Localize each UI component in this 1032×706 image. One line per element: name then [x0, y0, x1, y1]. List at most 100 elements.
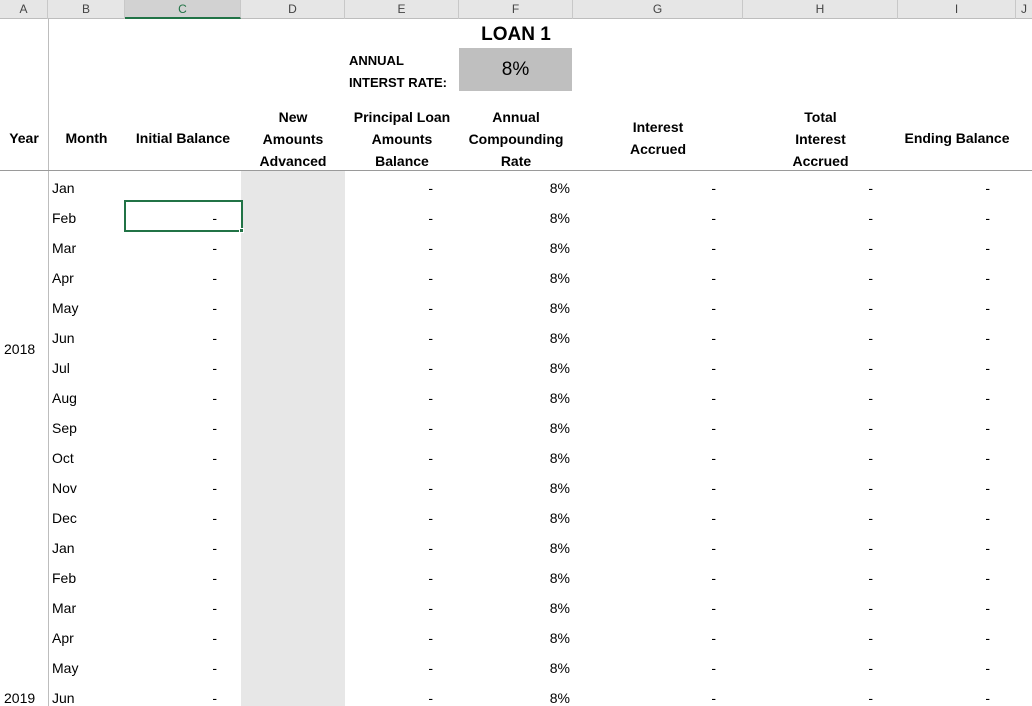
- table-cell-compounding-rate[interactable]: 8%: [459, 233, 570, 263]
- annual-rate-input[interactable]: 8%: [459, 48, 572, 91]
- table-cell-month[interactable]: Sep: [52, 413, 77, 443]
- column-header-a[interactable]: A: [0, 0, 48, 19]
- table-cell-initial-balance[interactable]: -: [125, 383, 217, 413]
- table-cell-initial-balance[interactable]: -: [125, 413, 217, 443]
- table-cell-principal-balance[interactable]: -: [345, 653, 433, 683]
- table-cell-compounding-rate[interactable]: 8%: [459, 173, 570, 203]
- table-cell-ending-balance[interactable]: -: [898, 683, 990, 706]
- table-cell-principal-balance[interactable]: -: [345, 263, 433, 293]
- table-cell-total-interest[interactable]: -: [743, 473, 873, 503]
- column-header-h[interactable]: H: [743, 0, 898, 19]
- column-header-c[interactable]: C: [125, 0, 241, 19]
- table-cell-interest-accrued[interactable]: -: [573, 593, 716, 623]
- table-cell-interest-accrued[interactable]: -: [573, 383, 716, 413]
- table-cell-compounding-rate[interactable]: 8%: [459, 203, 570, 233]
- table-cell-month[interactable]: Apr: [52, 623, 74, 653]
- table-cell-ending-balance[interactable]: -: [898, 383, 990, 413]
- table-cell-initial-balance[interactable]: -: [125, 443, 217, 473]
- table-cell-principal-balance[interactable]: -: [345, 503, 433, 533]
- table-cell-compounding-rate[interactable]: 8%: [459, 263, 570, 293]
- table-cell-total-interest[interactable]: -: [743, 383, 873, 413]
- table-cell-total-interest[interactable]: -: [743, 413, 873, 443]
- table-cell-ending-balance[interactable]: -: [898, 233, 990, 263]
- table-cell-compounding-rate[interactable]: 8%: [459, 533, 570, 563]
- table-cell-interest-accrued[interactable]: -: [573, 473, 716, 503]
- table-cell-month[interactable]: Oct: [52, 443, 74, 473]
- table-cell-month[interactable]: Mar: [52, 233, 76, 263]
- column-header-i[interactable]: I: [898, 0, 1016, 19]
- table-cell-compounding-rate[interactable]: 8%: [459, 443, 570, 473]
- table-cell-compounding-rate[interactable]: 8%: [459, 563, 570, 593]
- table-cell-principal-balance[interactable]: -: [345, 593, 433, 623]
- table-cell-interest-accrued[interactable]: -: [573, 353, 716, 383]
- table-cell-principal-balance[interactable]: -: [345, 233, 433, 263]
- column-header-j[interactable]: J: [1016, 0, 1032, 19]
- table-cell-interest-accrued[interactable]: -: [573, 173, 716, 203]
- table-cell-interest-accrued[interactable]: -: [573, 563, 716, 593]
- table-cell-month[interactable]: Jul: [52, 353, 70, 383]
- table-cell-initial-balance[interactable]: -: [125, 323, 217, 353]
- table-cell-compounding-rate[interactable]: 8%: [459, 383, 570, 413]
- table-cell-initial-balance[interactable]: -: [125, 683, 217, 706]
- table-cell-initial-balance[interactable]: -: [125, 533, 217, 563]
- table-cell-principal-balance[interactable]: -: [345, 353, 433, 383]
- table-cell-principal-balance[interactable]: -: [345, 383, 433, 413]
- column-header-g[interactable]: G: [573, 0, 743, 19]
- table-cell-initial-balance[interactable]: -: [125, 503, 217, 533]
- table-cell-initial-balance[interactable]: [125, 173, 217, 203]
- table-cell-ending-balance[interactable]: -: [898, 653, 990, 683]
- table-cell-principal-balance[interactable]: -: [345, 563, 433, 593]
- table-cell-month[interactable]: Jun: [52, 683, 75, 706]
- table-cell-principal-balance[interactable]: -: [345, 323, 433, 353]
- table-cell-month[interactable]: Nov: [52, 473, 77, 503]
- table-cell-principal-balance[interactable]: -: [345, 203, 433, 233]
- table-cell-month[interactable]: Mar: [52, 593, 76, 623]
- table-cell-total-interest[interactable]: -: [743, 563, 873, 593]
- table-cell-compounding-rate[interactable]: 8%: [459, 473, 570, 503]
- table-cell-interest-accrued[interactable]: -: [573, 323, 716, 353]
- table-cell-month[interactable]: Jan: [52, 533, 75, 563]
- table-cell-month[interactable]: May: [52, 293, 78, 323]
- table-cell-principal-balance[interactable]: -: [345, 473, 433, 503]
- table-cell-ending-balance[interactable]: -: [898, 413, 990, 443]
- table-cell-total-interest[interactable]: -: [743, 623, 873, 653]
- table-cell-interest-accrued[interactable]: -: [573, 623, 716, 653]
- table-cell-compounding-rate[interactable]: 8%: [459, 353, 570, 383]
- table-cell-interest-accrued[interactable]: -: [573, 503, 716, 533]
- table-cell-total-interest[interactable]: -: [743, 173, 873, 203]
- table-cell-total-interest[interactable]: -: [743, 263, 873, 293]
- table-cell-initial-balance[interactable]: -: [125, 473, 217, 503]
- table-cell-interest-accrued[interactable]: -: [573, 443, 716, 473]
- column-header-f[interactable]: F: [459, 0, 573, 19]
- table-cell-ending-balance[interactable]: -: [898, 443, 990, 473]
- table-cell-interest-accrued[interactable]: -: [573, 413, 716, 443]
- table-cell-compounding-rate[interactable]: 8%: [459, 323, 570, 353]
- table-cell-ending-balance[interactable]: -: [898, 593, 990, 623]
- table-cell-compounding-rate[interactable]: 8%: [459, 293, 570, 323]
- table-cell-principal-balance[interactable]: -: [345, 173, 433, 203]
- table-cell-interest-accrued[interactable]: -: [573, 203, 716, 233]
- table-cell-total-interest[interactable]: -: [743, 323, 873, 353]
- table-cell-ending-balance[interactable]: -: [898, 263, 990, 293]
- table-cell-ending-balance[interactable]: -: [898, 203, 990, 233]
- table-cell-interest-accrued[interactable]: -: [573, 653, 716, 683]
- table-cell-principal-balance[interactable]: -: [345, 623, 433, 653]
- table-cell-principal-balance[interactable]: -: [345, 443, 433, 473]
- table-cell-principal-balance[interactable]: -: [345, 533, 433, 563]
- table-cell-compounding-rate[interactable]: 8%: [459, 413, 570, 443]
- table-cell-ending-balance[interactable]: -: [898, 323, 990, 353]
- table-cell-month[interactable]: Feb: [52, 203, 76, 233]
- table-cell-month[interactable]: Dec: [52, 503, 77, 533]
- table-cell-month[interactable]: May: [52, 653, 78, 683]
- table-cell-initial-balance[interactable]: -: [125, 293, 217, 323]
- table-cell-initial-balance[interactable]: -: [125, 353, 217, 383]
- table-cell-ending-balance[interactable]: -: [898, 533, 990, 563]
- column-header-b[interactable]: B: [48, 0, 125, 19]
- table-cell-initial-balance[interactable]: -: [125, 593, 217, 623]
- table-cell-principal-balance[interactable]: -: [345, 413, 433, 443]
- table-cell-ending-balance[interactable]: -: [898, 293, 990, 323]
- table-cell-ending-balance[interactable]: -: [898, 503, 990, 533]
- fill-handle[interactable]: [239, 228, 244, 233]
- table-cell-initial-balance[interactable]: -: [125, 623, 217, 653]
- table-cell-total-interest[interactable]: -: [743, 533, 873, 563]
